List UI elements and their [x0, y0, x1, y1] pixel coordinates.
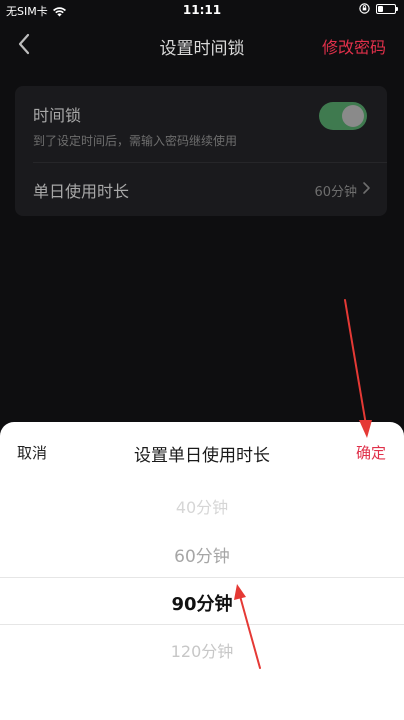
arrow-to-confirm-icon	[344, 299, 372, 438]
status-right-group	[359, 3, 398, 14]
nav-bar: 设置时间锁 修改密码	[0, 24, 404, 64]
selection-line-bottom	[0, 624, 404, 625]
status-time: 11:11	[182, 3, 222, 17]
time-lock-description: 到了设定时间后，需输入密码继续使用	[33, 134, 238, 148]
daily-duration-label: 单日使用时长	[33, 182, 130, 201]
daily-duration-value: 60分钟	[314, 185, 357, 200]
confirm-button[interactable]: 确定	[356, 442, 386, 463]
sheet-title: 设置单日使用时长	[134, 446, 270, 466]
chevron-right-icon	[363, 182, 370, 194]
daily-duration-row[interactable]: 单日使用时长 60分钟	[15, 163, 387, 216]
battery-level	[378, 5, 383, 12]
time-lock-row: 时间锁 到了设定时间后，需输入密码继续使用	[15, 86, 387, 162]
toggle-knob	[342, 105, 364, 127]
settings-card: 时间锁 到了设定时间后，需输入密码继续使用 单日使用时长 60分钟	[15, 86, 387, 216]
battery-icon	[376, 3, 398, 14]
duration-picker-wheel[interactable]: 40分钟 60分钟 90分钟 120分钟	[0, 482, 404, 720]
selection-line-top	[0, 577, 404, 578]
picker-option-120[interactable]: 120分钟	[0, 638, 404, 662]
time-lock-label: 时间锁	[33, 106, 82, 125]
time-lock-toggle[interactable]	[319, 102, 367, 130]
picker-option-60[interactable]: 60分钟	[0, 542, 404, 567]
change-password-button[interactable]: 修改密码	[322, 34, 386, 58]
status-bar: 无SIM卡 11:11	[0, 0, 404, 20]
picker-option-selected[interactable]: 90分钟	[0, 590, 404, 616]
picker-option-40[interactable]: 40分钟	[0, 494, 404, 518]
orientation-lock-icon	[359, 3, 370, 14]
duration-picker-sheet: 取消 设置单日使用时长 确定 40分钟 60分钟 90分钟 120分钟	[0, 422, 404, 720]
